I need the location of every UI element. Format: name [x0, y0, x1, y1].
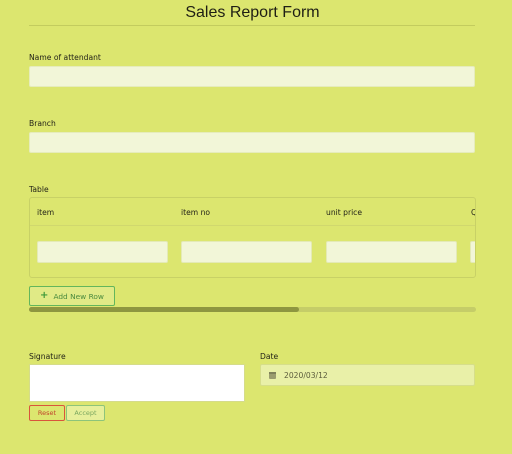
accept-button[interactable]: Accept — [66, 405, 105, 421]
scrollbar-thumb[interactable] — [29, 307, 300, 312]
attendant-label: Name of attendant — [29, 53, 101, 62]
add-new-row-button[interactable]: + Add New Row — [29, 286, 115, 306]
sales-report-form: Sales Report Form Name of attendant Bran… — [0, 0, 512, 454]
add-new-row-label: Add New Row — [53, 291, 104, 301]
column-header-quantity: Q — [471, 208, 475, 217]
date-label: Date — [260, 352, 279, 361]
cell-item[interactable] — [37, 241, 168, 263]
branch-label: Branch — [29, 119, 56, 128]
column-header-unit-price: unit price — [326, 208, 363, 217]
table-horizontal-scrollbar[interactable] — [29, 307, 476, 312]
signature-pad[interactable] — [29, 364, 245, 402]
table-label: Table — [29, 185, 49, 194]
signature-label: Signature — [29, 352, 66, 361]
calendar-icon — [269, 371, 276, 379]
column-header-item: item — [37, 208, 55, 217]
cell-quantity[interactable] — [470, 241, 475, 263]
cell-unit-price[interactable] — [326, 241, 457, 263]
branch-input[interactable] — [29, 132, 475, 153]
form-title: Sales Report Form — [185, 4, 320, 21]
reset-button[interactable]: Reset — [29, 405, 65, 421]
date-value: 2020/03/12 — [284, 370, 328, 380]
date-input[interactable]: 2020/03/12 — [260, 364, 475, 386]
items-table: item item no unit price Q — [29, 197, 476, 278]
cell-item-no[interactable] — [181, 241, 312, 263]
column-header-item-no: item no — [181, 208, 211, 217]
attendant-input[interactable] — [29, 66, 475, 87]
table-header-divider — [30, 225, 475, 226]
plus-icon: + — [40, 290, 49, 301]
title-divider — [29, 25, 475, 26]
